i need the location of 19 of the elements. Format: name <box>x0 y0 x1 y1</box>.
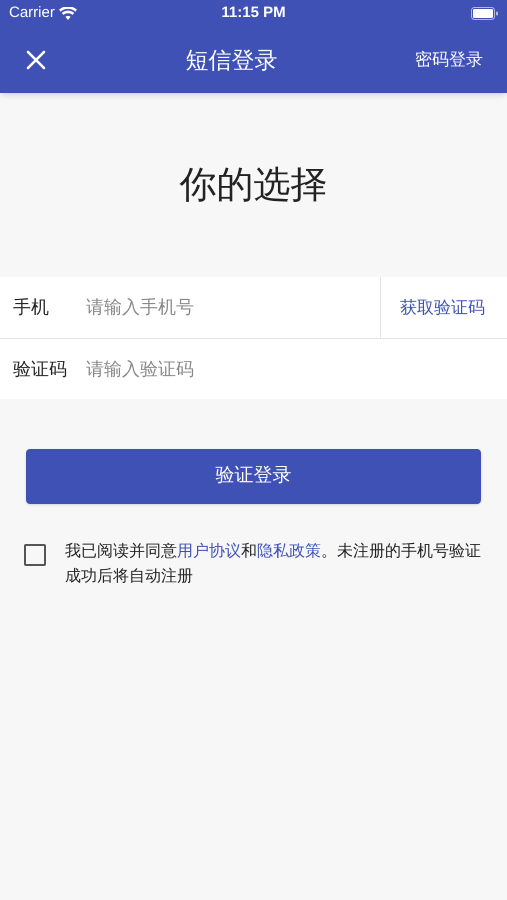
close-icon <box>26 50 46 70</box>
input-field[interactable]: 请输入验证码 <box>86 339 507 399</box>
page-heading: 你的选择 <box>180 163 328 208</box>
battery-icon <box>471 7 498 20</box>
close-button[interactable] <box>24 48 48 72</box>
verify-login-button[interactable]: 验证登录 <box>26 449 481 504</box>
policy-link[interactable]: 隐私政策 <box>257 543 321 560</box>
input-field[interactable]: 请输入手机号 <box>86 277 380 338</box>
agreement-checkbox[interactable] <box>24 544 46 566</box>
field-label: 手机 <box>0 277 86 338</box>
nav-title: 短信登录 <box>186 46 278 75</box>
wifi-icon <box>58 7 77 20</box>
status-time: 11:15 PM <box>221 3 286 24</box>
carrier-name: Carrier <box>9 3 55 24</box>
password-login-link[interactable]: 密码登录 <box>415 47 483 73</box>
policy-link[interactable]: 用户协议 <box>177 543 241 560</box>
agreement-text: 我已阅读并同意用户协议和隐私政策。未注册的手机号验证成功后将自动注册 <box>65 542 482 587</box>
get-code-link[interactable]: 获取验证码 <box>380 277 507 338</box>
field-label: 验证码 <box>0 339 86 399</box>
